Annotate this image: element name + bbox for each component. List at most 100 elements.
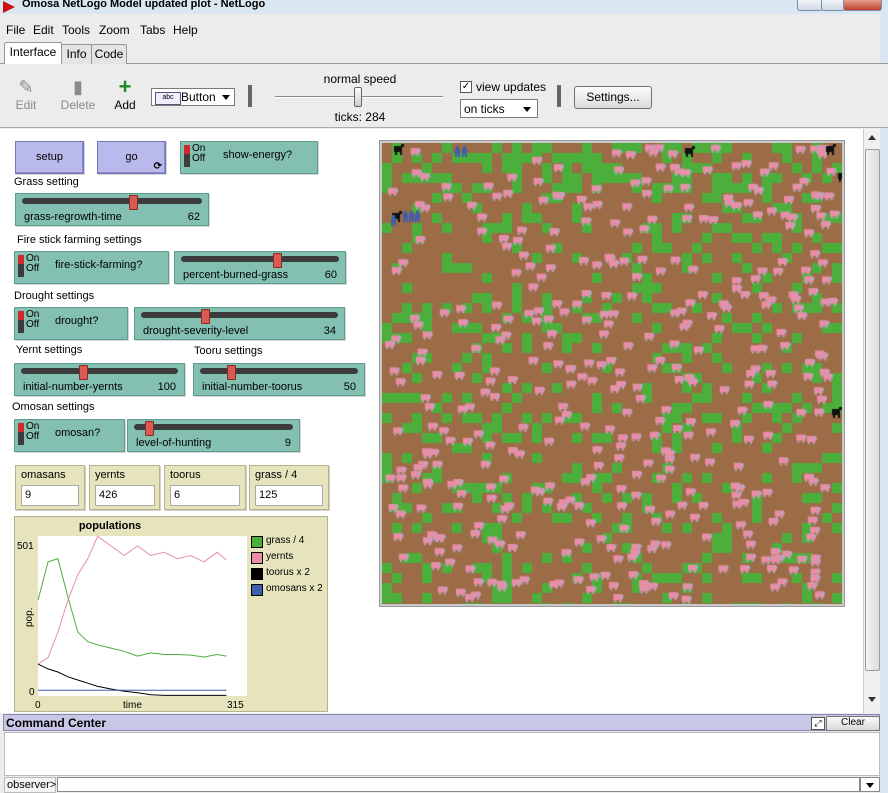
speed-label: normal speed bbox=[323, 72, 397, 86]
monitor-omasans: omasans 9 bbox=[15, 465, 85, 510]
drought-severity-slider[interactable]: drought-severity-level 34 bbox=[134, 307, 345, 340]
initial-yernts-slider[interactable]: initial-number-yernts 100 bbox=[14, 363, 185, 396]
widget-type-value: Button bbox=[181, 90, 216, 104]
monitor-grass: grass / 4 125 bbox=[249, 465, 329, 510]
expand-icon[interactable]: ⤢ bbox=[811, 717, 825, 730]
button-widget-icon: abc bbox=[155, 92, 181, 105]
scroll-down-icon[interactable] bbox=[868, 697, 876, 702]
switch-knob bbox=[18, 311, 24, 333]
forever-icon: ⟳ bbox=[153, 161, 162, 172]
ticks-counter: ticks: 284 bbox=[334, 110, 386, 124]
menu-bar: File Edit Tools Zoom Tabs Help bbox=[0, 20, 888, 40]
setup-button[interactable]: setup bbox=[15, 141, 84, 174]
monitor-value: 9 bbox=[25, 489, 32, 501]
tooru-note: Tooru settings bbox=[194, 345, 263, 357]
percent-burned-slider[interactable]: percent-burned-grass 60 bbox=[174, 251, 346, 284]
drought-note: Drought settings bbox=[14, 290, 95, 302]
plot-canvas: 501 0 0 315 time pop. bbox=[17, 535, 247, 711]
monitor-label: grass / 4 bbox=[255, 469, 298, 481]
legend-swatch bbox=[251, 584, 263, 596]
slider-thumb[interactable] bbox=[273, 253, 282, 268]
yernt-note: Yernt settings bbox=[16, 344, 83, 356]
slider-label: percent-burned-grass bbox=[183, 269, 289, 281]
pencil-icon: ✎ bbox=[18, 77, 34, 97]
view-updates-checkbox[interactable]: ✓ bbox=[460, 81, 472, 93]
command-center-title: Command Center bbox=[6, 716, 107, 730]
menu-tools[interactable]: Tools bbox=[62, 23, 90, 37]
slider-thumb[interactable] bbox=[79, 365, 88, 380]
agent-selector[interactable]: observer> bbox=[4, 777, 56, 793]
slider-thumb[interactable] bbox=[227, 365, 236, 380]
close-icon[interactable] bbox=[843, 0, 882, 11]
menu-tabs[interactable]: Tabs bbox=[140, 23, 165, 37]
tab-interface[interactable]: Interface bbox=[4, 42, 62, 66]
tab-info[interactable]: Info bbox=[61, 44, 92, 65]
history-dropdown[interactable] bbox=[860, 777, 880, 792]
chevron-down-icon bbox=[523, 107, 531, 112]
settings-button[interactable]: Settings... bbox=[574, 86, 652, 109]
command-center-header: Command Center ⤢ Clear bbox=[3, 714, 880, 731]
maximize-icon[interactable] bbox=[821, 0, 845, 11]
slider-value: 100 bbox=[157, 381, 176, 393]
switch-on-off: On Off bbox=[26, 253, 40, 274]
slider-track bbox=[141, 312, 338, 318]
legend-swatch bbox=[251, 568, 263, 580]
slider-label: grass-regrowth-time bbox=[24, 211, 122, 223]
scroll-up-icon[interactable] bbox=[868, 135, 876, 140]
monitor-label: yernts bbox=[95, 469, 125, 481]
world-view[interactable] bbox=[382, 143, 842, 604]
legend-label: grass / 4 bbox=[266, 535, 305, 546]
slider-thumb[interactable] bbox=[129, 195, 138, 210]
trash-icon: ▮ bbox=[73, 77, 83, 97]
update-mode-select[interactable]: on ticks bbox=[460, 99, 538, 118]
command-input[interactable] bbox=[57, 777, 860, 792]
command-output[interactable] bbox=[4, 732, 880, 776]
show-energy-switch[interactable]: On Off show-energy? bbox=[180, 141, 318, 174]
drought-switch[interactable]: On Off drought? bbox=[14, 307, 128, 340]
switch-knob bbox=[184, 145, 190, 167]
tab-code[interactable]: Code bbox=[91, 44, 127, 65]
speed-slider-thumb[interactable] bbox=[354, 87, 362, 107]
menu-zoom[interactable]: Zoom bbox=[99, 23, 130, 37]
monitor-value: 125 bbox=[259, 489, 278, 501]
fire-stick-switch[interactable]: On Off fire-stick-farming? bbox=[14, 251, 169, 284]
scroll-thumb[interactable] bbox=[865, 149, 880, 671]
plot-area bbox=[38, 536, 247, 696]
delete-tool[interactable]: ▮ Delete bbox=[57, 78, 99, 112]
omosan-switch[interactable]: On Off omosan? bbox=[14, 419, 125, 452]
slider-thumb[interactable] bbox=[201, 309, 210, 324]
slider-track bbox=[200, 368, 358, 374]
edit-label: Edit bbox=[15, 98, 37, 112]
legend-swatch bbox=[251, 552, 263, 564]
menu-file[interactable]: File bbox=[6, 23, 25, 37]
monitor-label: toorus bbox=[170, 469, 201, 481]
minimize-icon[interactable] bbox=[797, 0, 823, 11]
menu-help[interactable]: Help bbox=[173, 23, 198, 37]
vertical-scrollbar[interactable] bbox=[863, 129, 880, 713]
hunting-slider[interactable]: level-of-hunting 9 bbox=[127, 419, 300, 452]
add-tool[interactable]: + Add bbox=[105, 76, 145, 113]
menu-edit[interactable]: Edit bbox=[33, 23, 54, 37]
monitor-value-box: 426 bbox=[95, 485, 155, 506]
slider-label: level-of-hunting bbox=[136, 437, 212, 449]
plot-ymax: 501 bbox=[17, 541, 34, 552]
toolbar-separator bbox=[557, 85, 561, 107]
grass-regrowth-slider[interactable]: grass-regrowth-time 62 bbox=[15, 193, 209, 226]
slider-thumb[interactable] bbox=[145, 421, 154, 436]
add-label: Add bbox=[114, 98, 136, 112]
slider-track bbox=[22, 198, 202, 204]
widget-type-select[interactable]: abc Button bbox=[151, 88, 235, 106]
clear-button[interactable]: Clear bbox=[826, 716, 880, 731]
window-border bbox=[880, 14, 888, 793]
plot-xmin: 0 bbox=[35, 700, 41, 711]
initial-toorus-slider[interactable]: initial-number-toorus 50 bbox=[193, 363, 365, 396]
switch-on-off: On Off bbox=[192, 143, 206, 164]
slider-value: 62 bbox=[187, 211, 200, 223]
legend-label: toorus x 2 bbox=[266, 567, 310, 578]
update-mode-value: on ticks bbox=[464, 102, 505, 116]
go-button[interactable]: go ⟳ bbox=[97, 141, 166, 174]
delete-label: Delete bbox=[60, 98, 96, 112]
legend-label: yernts bbox=[266, 551, 294, 562]
edit-tool[interactable]: ✎ Edit bbox=[6, 78, 46, 112]
slider-label: drought-severity-level bbox=[143, 325, 249, 337]
